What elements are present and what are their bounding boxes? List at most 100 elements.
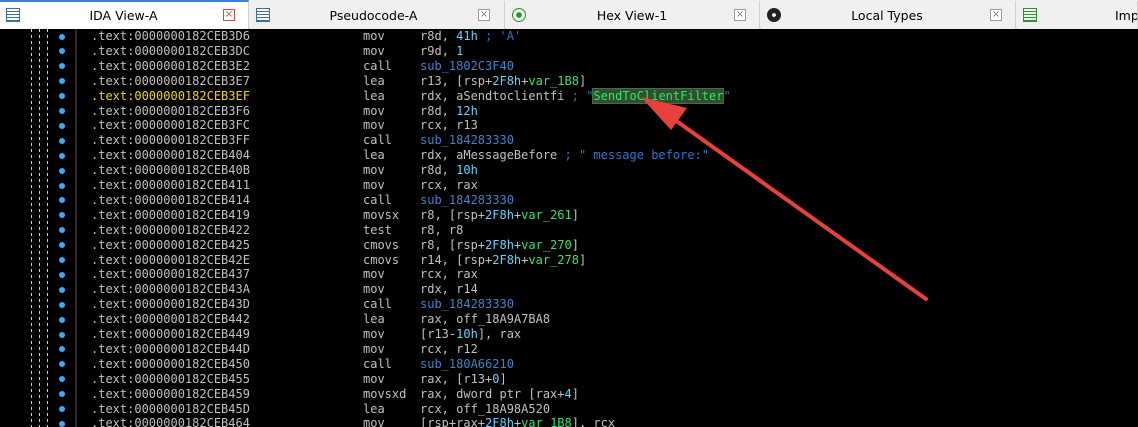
instruction-operands[interactable]: rcx, r12 <box>420 342 478 357</box>
instruction-operands[interactable]: r14, [rsp+2F8h+var_278] <box>420 253 586 268</box>
close-tab-icon[interactable]: × <box>734 9 746 21</box>
code-listing[interactable]: .text:0000000182CEB3D6 mov r8d, 41h ; 'A'.… <box>0 29 1138 427</box>
instruction-operands[interactable]: rax, [r13+0] <box>420 372 507 387</box>
stack-variable[interactable]: var_1B8 <box>528 74 579 88</box>
disassembly-view[interactable]: .text:0000000182CEB3D6 mov r8d, 41h ; 'A'.… <box>0 29 1138 427</box>
instruction-operands[interactable]: sub_184283330 <box>420 297 514 312</box>
line-address[interactable]: .text:0000000182CEB44D <box>91 342 250 357</box>
instruction-operands[interactable]: r8, [rsp+2F8h+var_261] <box>420 208 579 223</box>
code-line[interactable]: .text:0000000182CEB3F6 mov r8d, 12h <box>0 104 1138 119</box>
line-address[interactable]: .text:0000000182CEB3FF <box>91 133 250 148</box>
instruction-operands[interactable]: r8, r8 <box>420 223 463 238</box>
instruction-mnemonic[interactable]: mov <box>363 178 385 193</box>
instruction-operands[interactable]: sub_184283330 <box>420 193 514 208</box>
instruction-mnemonic[interactable]: call <box>363 357 392 372</box>
instruction-operands[interactable]: r8d, 41h ; 'A' <box>420 29 521 44</box>
code-line[interactable]: .text:0000000182CEB3E7 lea r13, [rsp+2F8h+… <box>0 74 1138 89</box>
instruction-mnemonic[interactable]: mov <box>363 267 385 282</box>
code-line[interactable]: .text:0000000182CEB43A mov rdx, r14 <box>0 282 1138 297</box>
instruction-mnemonic[interactable]: cmovs <box>363 253 399 268</box>
close-tab-icon[interactable]: × <box>223 9 235 21</box>
instruction-operands[interactable]: r9d, 1 <box>420 44 463 59</box>
line-address[interactable]: .text:0000000182CEB437 <box>91 267 250 282</box>
code-line[interactable]: .text:0000000182CEB425 cmovs r8, [rsp+2F8h… <box>0 238 1138 253</box>
tab-pseudocode-a[interactable]: Pseudocode-A × <box>250 0 505 29</box>
instruction-operands[interactable]: rdx, aMessageBefore ; " message before:" <box>420 148 709 163</box>
instruction-mnemonic[interactable]: lea <box>363 148 385 163</box>
instruction-mnemonic[interactable]: movsxd <box>363 387 406 402</box>
line-address[interactable]: .text:0000000182CEB459 <box>91 387 250 402</box>
subroutine-reference[interactable]: sub_180A66210 <box>420 357 514 371</box>
instruction-operands[interactable]: rax, dword ptr [rax+4] <box>420 387 579 402</box>
instruction-mnemonic[interactable]: mov <box>363 163 385 178</box>
instruction-mnemonic[interactable]: mov <box>363 416 385 427</box>
tab-local-types[interactable]: Local Types × <box>761 0 1016 29</box>
line-address[interactable]: .text:0000000182CEB422 <box>91 223 250 238</box>
code-line[interactable]: .text:0000000182CEB3D6 mov r8d, 41h ; 'A' <box>0 29 1138 44</box>
instruction-operands[interactable]: r8d, 12h <box>420 104 478 119</box>
subroutine-reference[interactable]: sub_184283330 <box>420 133 514 147</box>
data-reference[interactable]: rax, off_18A9A7BA8 <box>420 312 550 326</box>
tab-ida-view-a[interactable]: IDA View-A × <box>0 0 249 29</box>
code-line[interactable]: .text:0000000182CEB459 movsxd rax, dword p… <box>0 387 1138 402</box>
subroutine-reference[interactable]: sub_1802C3F40 <box>420 59 514 73</box>
code-line[interactable]: .text:0000000182CEB3FC mov rcx, r13 <box>0 118 1138 133</box>
code-line[interactable]: .text:0000000182CEB45D lea rcx, off_18A98A… <box>0 402 1138 417</box>
instruction-operands[interactable]: rdx, r14 <box>420 282 478 297</box>
subroutine-reference[interactable]: sub_184283330 <box>420 297 514 311</box>
code-line[interactable]: .text:0000000182CEB3EF lea rdx, aSendtocli… <box>0 87 1138 104</box>
instruction-mnemonic[interactable]: mov <box>363 29 385 44</box>
subroutine-reference[interactable]: sub_184283330 <box>420 193 514 207</box>
instruction-operands[interactable]: r8d, 10h <box>420 163 478 178</box>
code-line[interactable]: .text:0000000182CEB42E cmovs r14, [rsp+2F8… <box>0 253 1138 268</box>
instruction-mnemonic[interactable]: call <box>363 297 392 312</box>
line-address[interactable]: .text:0000000182CEB419 <box>91 208 250 223</box>
instruction-mnemonic[interactable]: mov <box>363 104 385 119</box>
instruction-operands[interactable]: rcx, off_18A98A520 <box>420 402 550 417</box>
line-address[interactable]: .text:0000000182CEB404 <box>91 148 250 163</box>
line-address[interactable]: .text:0000000182CEB40B <box>91 163 250 178</box>
instruction-mnemonic[interactable]: call <box>363 193 392 208</box>
instruction-operands[interactable]: rcx, r13 <box>420 118 478 133</box>
code-line[interactable]: .text:0000000182CEB414 call sub_184283330 <box>0 193 1138 208</box>
code-line[interactable]: .text:0000000182CEB3DC mov r9d, 1 <box>0 44 1138 59</box>
code-line[interactable]: .text:0000000182CEB3E2 call sub_1802C3F40 <box>0 59 1138 74</box>
tab-imp[interactable]: Imp <box>1017 0 1138 29</box>
line-address[interactable]: .text:0000000182CEB3F6 <box>91 104 250 119</box>
stack-variable[interactable]: var_278 <box>528 253 579 267</box>
instruction-mnemonic[interactable]: mov <box>363 327 385 342</box>
line-address[interactable]: .text:0000000182CEB455 <box>91 372 250 387</box>
line-address[interactable]: .text:0000000182CEB3E2 <box>91 59 250 74</box>
code-line[interactable]: .text:0000000182CEB43D call sub_184283330 <box>0 297 1138 312</box>
line-address[interactable]: .text:0000000182CEB442 <box>91 312 250 327</box>
instruction-mnemonic[interactable]: mov <box>363 44 385 59</box>
line-address[interactable]: .text:0000000182CEB43A <box>91 282 250 297</box>
line-address[interactable]: .text:0000000182CEB449 <box>91 327 250 342</box>
line-address[interactable]: .text:0000000182CEB450 <box>91 357 250 372</box>
instruction-mnemonic[interactable]: movsx <box>363 208 399 223</box>
code-line[interactable]: .text:0000000182CEB44D mov rcx, r12 <box>0 342 1138 357</box>
code-line[interactable]: .text:0000000182CEB411 mov rcx, rax <box>0 178 1138 193</box>
code-line[interactable]: .text:0000000182CEB442 lea rax, off_18A9A7… <box>0 312 1138 327</box>
instruction-mnemonic[interactable]: cmovs <box>363 238 399 253</box>
instruction-operands[interactable]: r13, [rsp+2F8h+var_1B8] <box>420 74 586 89</box>
tab-hex-view-1[interactable]: Hex View-1 × <box>506 0 760 29</box>
instruction-mnemonic[interactable]: mov <box>363 342 385 357</box>
stack-variable[interactable]: var_261 <box>521 208 572 222</box>
instruction-mnemonic[interactable]: mov <box>363 282 385 297</box>
instruction-operands[interactable]: sub_184283330 <box>420 133 514 148</box>
close-tab-icon[interactable]: × <box>478 9 490 21</box>
instruction-operands[interactable]: rcx, rax <box>420 178 478 193</box>
code-line[interactable]: .text:0000000182CEB3FF call sub_184283330 <box>0 133 1138 148</box>
instruction-mnemonic[interactable]: call <box>363 133 392 148</box>
data-reference[interactable]: rcx, off_18A98A520 <box>420 402 550 416</box>
code-line[interactable]: .text:0000000182CEB419 movsx r8, [rsp+2F8h… <box>0 208 1138 223</box>
highlighted-string[interactable]: SendToClientFilter <box>592 87 725 104</box>
instruction-mnemonic[interactable]: mov <box>363 118 385 133</box>
code-line[interactable]: .text:0000000182CEB464 mov [rsp+rax+2F8h+v… <box>0 416 1138 427</box>
code-line[interactable]: .text:0000000182CEB422 test r8, r8 <box>0 223 1138 238</box>
instruction-mnemonic[interactable]: call <box>363 59 392 74</box>
instruction-operands[interactable]: sub_1802C3F40 <box>420 59 514 74</box>
stack-variable[interactable]: var_1B8 <box>521 416 572 427</box>
instruction-mnemonic[interactable]: lea <box>363 312 385 327</box>
